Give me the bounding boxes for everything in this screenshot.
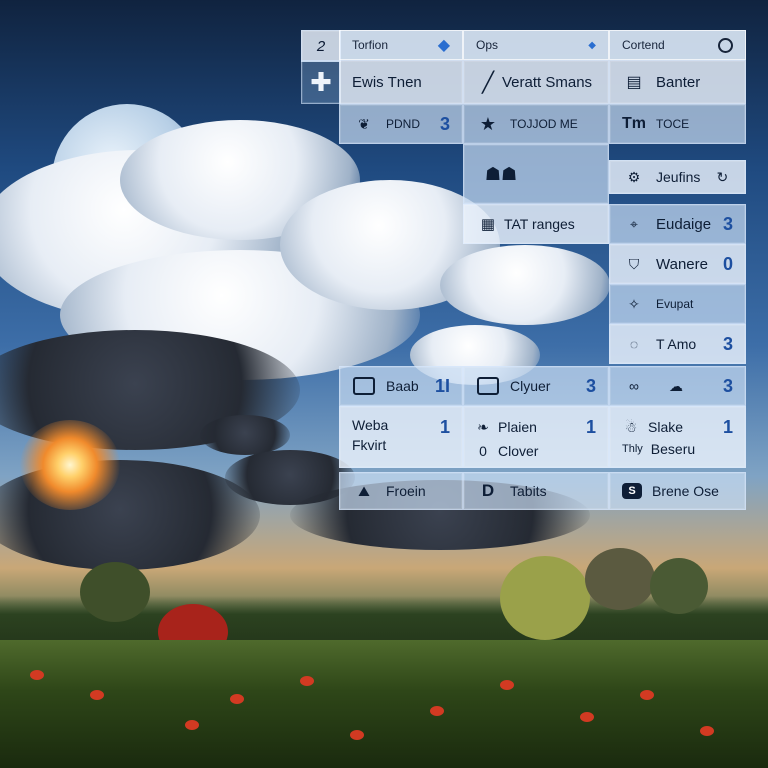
list-item[interactable]: Ewis Tnen (339, 60, 463, 104)
list-item[interactable]: D Tabits (463, 472, 609, 510)
item-line: ☃ Slake (622, 417, 695, 437)
flower (230, 694, 244, 704)
list-item[interactable]: ╱ Veratt Smans (463, 60, 609, 104)
bars-icon: ▤ (626, 74, 642, 91)
storm-cloud (200, 415, 290, 455)
list-item[interactable]: Baab 1I (339, 366, 463, 406)
list-item[interactable]: S Brene Ose (609, 472, 746, 510)
column-header-torfion[interactable]: Torfion ◆ (339, 30, 463, 60)
flower (90, 690, 104, 700)
mascot-icon: ☃ (624, 418, 638, 435)
column-header-cortend[interactable]: Cortend (609, 30, 746, 60)
list-item[interactable]: ☗☗ (463, 144, 609, 204)
cloud (440, 245, 610, 325)
tree (80, 562, 150, 622)
item-line: 0 Clover (476, 441, 538, 461)
leaf-icon: ❧ (477, 418, 489, 435)
list-item[interactable]: ⚙ Jeufins ↻ (609, 160, 746, 194)
d-icon: D (481, 481, 495, 500)
box-icon (352, 376, 376, 396)
list-item[interactable]: ▤ Banter (609, 60, 746, 104)
sparkle-icon: ✧ (628, 295, 640, 312)
item-text: Weba Fkvirt (352, 417, 389, 453)
swirl-icon: ❦ (358, 115, 370, 132)
figures-icon: ☗☗ (484, 163, 518, 184)
list-item[interactable]: ◌ T Amo 3 (609, 324, 746, 364)
link-icon: ∞ (629, 378, 639, 394)
flower (350, 730, 364, 740)
list-item[interactable]: Tm TOCE (609, 104, 746, 144)
bucket-icon: ⛉ (628, 255, 640, 272)
flower (500, 680, 514, 690)
oval-icon: 0 (479, 443, 487, 459)
box-icon (476, 376, 500, 396)
list-item[interactable]: ☃ Slake Thly Beseru 1 (609, 406, 746, 468)
flower (430, 706, 444, 716)
list-item[interactable]: ⌖ Eudaige 3 (609, 204, 746, 244)
slash-icon: ╱ (481, 71, 495, 94)
left-tab-number[interactable]: 2 (301, 30, 341, 62)
mountain-icon: ⛰ (358, 482, 370, 499)
small-diamond-icon: ◆ (588, 39, 596, 51)
add-button[interactable]: ✚ (301, 60, 341, 104)
ring-icon: ◌ (629, 336, 639, 352)
list-item[interactable]: ❧ Plaien 0 Clover 1 (463, 406, 609, 468)
circle-icon (718, 37, 733, 53)
star-icon: ★ (479, 113, 497, 134)
flower (700, 726, 714, 736)
list-item[interactable]: ❦ PDND 3 (339, 104, 463, 144)
grid-icon: ▦ (480, 216, 496, 233)
tm-icon: Tm (622, 115, 646, 132)
tree (500, 556, 590, 640)
tree (585, 548, 655, 610)
plus-icon: ✚ (310, 67, 332, 97)
list-item[interactable]: ⛰ Froein (339, 472, 463, 510)
refresh-icon[interactable]: ↻ (710, 167, 734, 187)
flower (185, 720, 199, 730)
flower (580, 712, 594, 722)
item-text: ☃ Slake Thly Beseru (622, 417, 696, 458)
list-item[interactable]: ⛉ Wanere 0 (609, 244, 746, 284)
s-badge-icon: S (622, 483, 642, 499)
list-item[interactable]: ✧ Evupat (609, 284, 746, 324)
item-line: Thly Beseru (622, 441, 696, 457)
tree (650, 558, 708, 614)
column-header-ops[interactable]: Ops ◆ (463, 30, 609, 60)
flower (300, 676, 314, 686)
cloud-icon: ☁ (669, 377, 683, 394)
meadow (0, 640, 768, 768)
list-item[interactable]: Weba Fkvirt 1 (339, 406, 463, 468)
list-item[interactable]: ∞ ☁ 3 (609, 366, 746, 406)
list-item[interactable]: Clyuer 3 (463, 366, 609, 406)
sun (20, 420, 120, 510)
flower (30, 670, 44, 680)
list-item[interactable]: ▦ TAT ranges (463, 204, 609, 244)
item-text: ❧ Plaien 0 Clover (476, 417, 538, 461)
flower (640, 690, 654, 700)
list-item[interactable]: ★ TOJJOD ME (463, 104, 609, 144)
diamond-icon: ◆ (437, 37, 450, 54)
crosshair-icon: ⌖ (630, 215, 638, 232)
gear-icon: ⚙ (627, 168, 641, 185)
item-line: ❧ Plaien (477, 418, 537, 436)
